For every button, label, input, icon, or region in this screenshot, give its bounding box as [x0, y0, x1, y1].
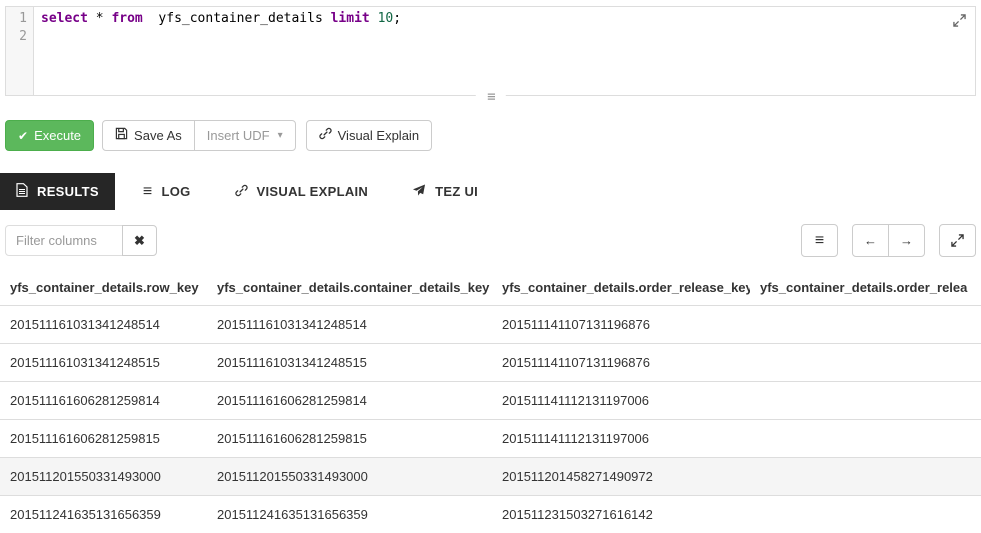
column-header: yfs_container_details.row_key — [0, 270, 207, 306]
tab-label: RESULTS — [37, 184, 99, 199]
next-page-button[interactable]: → — [888, 224, 925, 257]
column-header: yfs_container_details.order_release_key — [492, 270, 750, 306]
table-cell: 201511161606281259815 — [207, 420, 492, 458]
sql-editor-panel: 1 2 select * from yfs_container_details … — [5, 6, 976, 96]
execute-label: Execute — [34, 127, 81, 144]
table-cell: 201511141107131196876 — [492, 344, 750, 382]
columns-menu-button[interactable]: ≡ — [801, 224, 838, 257]
expand-icon — [951, 234, 964, 247]
save-icon — [115, 127, 128, 144]
query-token: select — [41, 11, 88, 26]
tab-log[interactable]: ≡ LOG — [127, 173, 207, 210]
tab-tez-ui[interactable]: TEZ UI — [396, 173, 494, 210]
query-token: yfs_container_details — [143, 11, 331, 26]
file-text-icon — [16, 183, 28, 200]
table-cell — [750, 420, 981, 458]
tab-label: TEZ UI — [435, 184, 478, 199]
insert-udf-label: Insert UDF — [207, 127, 270, 144]
arrow-right-icon: → — [900, 232, 913, 249]
table-cell — [750, 458, 981, 496]
query-text[interactable]: select * from yfs_container_details limi… — [34, 7, 401, 95]
results-table-body: 2015111610313412485142015111610313412485… — [0, 306, 981, 533]
table-row: 2015111610313412485142015111610313412485… — [0, 306, 981, 344]
list-icon: ≡ — [143, 184, 153, 200]
table-cell — [750, 496, 981, 533]
query-actions-toolbar: ✔ Execute Save As Insert UDF ▾ — [5, 120, 976, 151]
table-cell: 201511231503271616142 — [492, 496, 750, 533]
table-header-row: yfs_container_details.row_key yfs_contai… — [0, 270, 981, 306]
table-cell: 201511141112131197006 — [492, 420, 750, 458]
table-row: 2015111610313412485152015111610313412485… — [0, 344, 981, 382]
tab-visual-explain[interactable]: VISUAL EXPLAIN — [219, 173, 385, 210]
table-row: 2015112015503314930002015112015503314930… — [0, 458, 981, 496]
query-token: 10 — [378, 11, 394, 26]
query-token: from — [111, 11, 142, 26]
visual-explain-label: Visual Explain — [338, 127, 419, 144]
save-as-button[interactable]: Save As — [102, 120, 195, 151]
pagination-group: ← → — [852, 224, 925, 257]
query-token — [370, 11, 378, 26]
insert-udf-button[interactable]: Insert UDF ▾ — [194, 120, 296, 151]
table-cell: 201511161031341248515 — [207, 344, 492, 382]
arrow-left-icon: ← — [864, 232, 877, 249]
table-cell: 201511201458271490972 — [492, 458, 750, 496]
tab-results[interactable]: RESULTS — [0, 173, 115, 210]
table-cell: 201511161606281259815 — [0, 420, 207, 458]
table-cell: 201511161606281259814 — [207, 382, 492, 420]
query-token: ; — [393, 11, 401, 26]
previous-page-button[interactable]: ← — [852, 224, 889, 257]
clear-filter-button[interactable]: ✖ — [122, 225, 157, 256]
close-icon: ✖ — [134, 232, 145, 249]
query-token — [88, 11, 96, 26]
table-cell: 201511201550331493000 — [0, 458, 207, 496]
hive-query-page: 1 2 select * from yfs_container_details … — [0, 6, 981, 533]
table-cell — [750, 344, 981, 382]
table-row: 2015111616062812598152015111616062812598… — [0, 420, 981, 458]
filter-group: ✖ — [5, 225, 157, 256]
save-as-label: Save As — [134, 127, 182, 144]
expand-editor-icon[interactable] — [951, 12, 968, 29]
results-table: yfs_container_details.row_key yfs_contai… — [0, 270, 981, 533]
table-cell: 201511161031341248515 — [0, 344, 207, 382]
paper-plane-icon — [412, 184, 426, 200]
table-cell: 201511161031341248514 — [0, 306, 207, 344]
list-icon: ≡ — [815, 233, 824, 249]
save-udf-group: Save As Insert UDF ▾ — [102, 120, 296, 151]
table-cell — [750, 382, 981, 420]
table-cell: 201511161031341248514 — [207, 306, 492, 344]
table-cell: 201511241635131656359 — [0, 496, 207, 533]
editor-resize-handle[interactable]: ≡ — [475, 90, 505, 104]
query-token: limit — [331, 11, 370, 26]
column-header: yfs_container_details.container_details_… — [207, 270, 492, 306]
table-row: 2015111616062812598142015111616062812598… — [0, 382, 981, 420]
visual-explain-button[interactable]: Visual Explain — [306, 120, 432, 151]
results-tabbar: RESULTS ≡ LOG VISUAL EXPLAIN TEZ UI — [0, 173, 981, 210]
table-cell: 201511161606281259814 — [0, 382, 207, 420]
tab-label: LOG — [161, 184, 190, 199]
line-number-gutter: 1 2 — [6, 7, 34, 95]
table-row: 2015112416351316563592015112416351316563… — [0, 496, 981, 533]
table-cell — [750, 306, 981, 344]
line-number: 1 — [6, 10, 27, 28]
link-icon — [235, 184, 248, 200]
table-cell: 201511141107131196876 — [492, 306, 750, 344]
table-cell: 201511141112131197006 — [492, 382, 750, 420]
table-cell: 201511241635131656359 — [207, 496, 492, 533]
link-icon — [319, 127, 332, 144]
column-header: yfs_container_details.order_relea — [750, 270, 981, 306]
filter-columns-input[interactable] — [5, 225, 123, 256]
query-token: * — [96, 11, 104, 26]
results-controls: ≡ ← → — [801, 224, 976, 257]
expand-results-button[interactable] — [939, 224, 976, 257]
results-toolbar: ✖ ≡ ← → — [5, 224, 976, 257]
tab-label: VISUAL EXPLAIN — [257, 184, 369, 199]
table-cell: 201511201550331493000 — [207, 458, 492, 496]
line-number: 2 — [6, 28, 27, 46]
chevron-down-icon: ▾ — [278, 127, 283, 144]
check-icon: ✔ — [18, 130, 28, 142]
execute-button[interactable]: ✔ Execute — [5, 120, 94, 151]
